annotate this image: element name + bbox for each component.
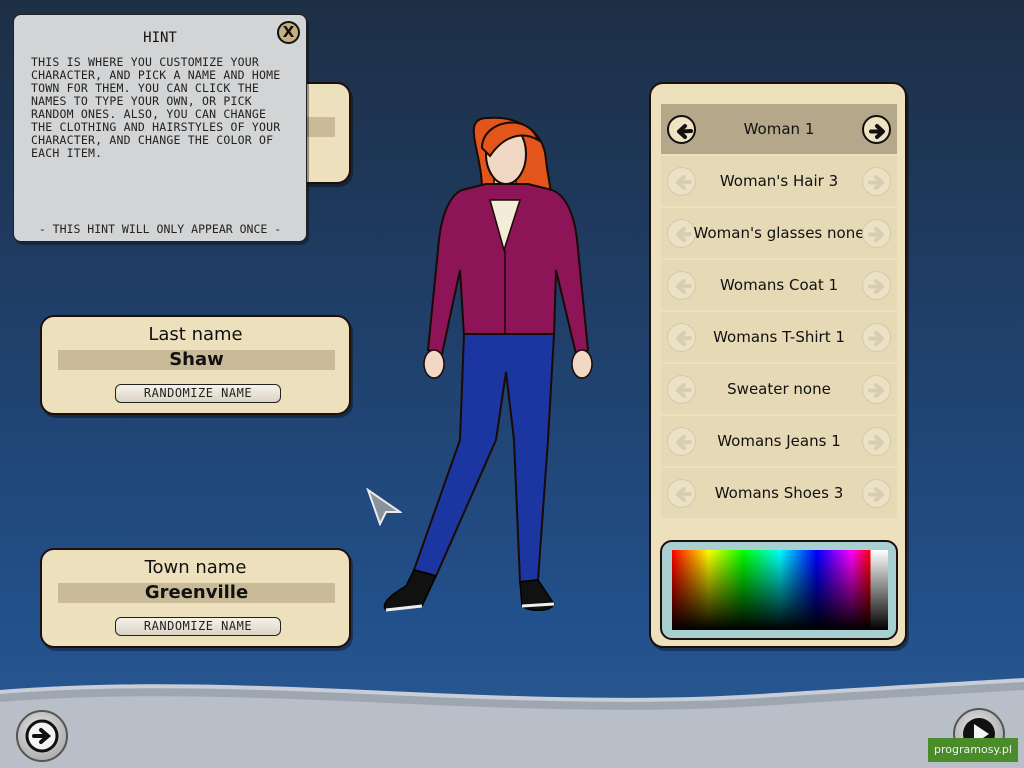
item-label: Woman's glasses none: [693, 224, 865, 242]
close-icon[interactable]: X: [277, 21, 300, 44]
item-label: Womans Shoes 3: [714, 484, 844, 502]
item-label: Womans Jeans 1: [717, 432, 841, 450]
hint-popup: HINT X THIS IS WHERE YOU CUSTOMIZE YOUR …: [13, 14, 307, 242]
town-name-title: Town name: [144, 557, 247, 578]
color-palette-frame: [660, 540, 898, 640]
prev-arrow-icon[interactable]: [667, 271, 696, 300]
randomize-last-name-button[interactable]: RANDOMIZE NAME: [115, 384, 281, 403]
item-row: Woman's glasses none: [661, 208, 897, 258]
next-arrow-icon[interactable]: [862, 479, 891, 508]
hint-body: THIS IS WHERE YOU CUSTOMIZE YOUR CHARACT…: [31, 55, 281, 160]
item-row: Womans Coat 1: [661, 260, 897, 310]
prev-arrow-icon[interactable]: [667, 167, 696, 196]
item-row: Womans T-Shirt 1: [661, 312, 897, 362]
prev-arrow-icon[interactable]: [667, 115, 696, 144]
hint-footer: - THIS HINT WILL ONLY APPEAR ONCE -: [38, 222, 282, 236]
item-label: Sweater none: [727, 380, 831, 398]
item-label: Woman's Hair 3: [719, 172, 839, 190]
prev-arrow-icon[interactable]: [667, 479, 696, 508]
back-arrow-icon: [25, 719, 59, 753]
bottom-bar: [0, 678, 1024, 768]
prev-arrow-icon[interactable]: [667, 375, 696, 404]
watermark: programosy.pl: [928, 738, 1018, 762]
character-preview: [383, 116, 593, 612]
mouse-cursor-icon: [366, 488, 402, 526]
hint-title: HINT: [143, 30, 177, 46]
color-palette[interactable]: [672, 550, 888, 630]
next-arrow-icon[interactable]: [862, 427, 891, 456]
item-row: Woman's Hair 3: [661, 156, 897, 206]
next-arrow-icon[interactable]: [862, 323, 891, 352]
back-button[interactable]: [16, 710, 68, 762]
next-arrow-icon[interactable]: [862, 219, 891, 248]
next-arrow-icon[interactable]: [862, 271, 891, 300]
next-arrow-icon[interactable]: [862, 375, 891, 404]
last-name-panel: Last name Shaw RANDOMIZE NAME: [40, 315, 351, 415]
randomize-town-name-button[interactable]: RANDOMIZE NAME: [115, 617, 281, 636]
prev-arrow-icon[interactable]: [667, 323, 696, 352]
item-label: Woman 1: [743, 120, 815, 138]
prev-arrow-icon[interactable]: [667, 427, 696, 456]
item-row: Sweater none: [661, 364, 897, 414]
prev-arrow-icon[interactable]: [667, 219, 696, 248]
item-row: Womans Shoes 3: [661, 468, 897, 518]
item-label: Womans T-Shirt 1: [713, 328, 845, 346]
customization-panel: Woman 1 Woman's Hair 3 Woman's glasses non…: [649, 82, 907, 648]
last-name-title: Last name: [148, 324, 243, 345]
town-name-field[interactable]: Greenville: [58, 583, 335, 603]
next-arrow-icon[interactable]: [862, 115, 891, 144]
last-name-field[interactable]: Shaw: [58, 350, 335, 370]
item-label: Womans Coat 1: [719, 276, 839, 294]
next-arrow-icon[interactable]: [862, 167, 891, 196]
town-name-panel: Town name Greenville RANDOMIZE NAME: [40, 548, 351, 648]
item-row: Womans Jeans 1: [661, 416, 897, 466]
item-row: Woman 1: [661, 104, 897, 154]
